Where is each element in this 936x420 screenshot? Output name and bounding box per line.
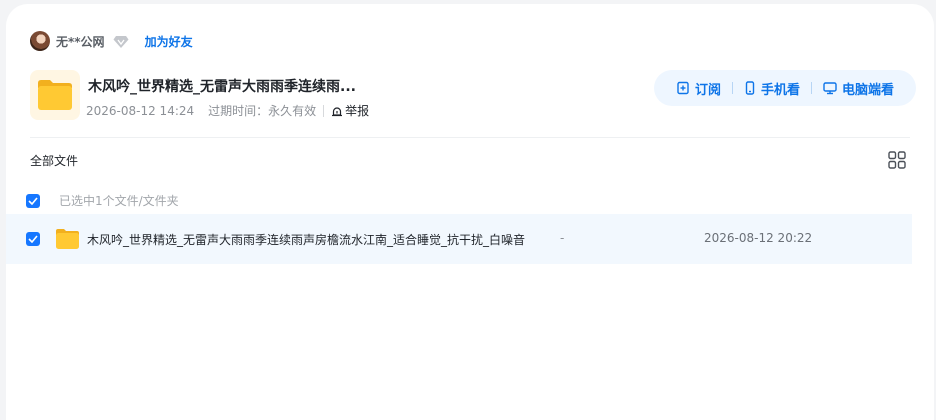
subscribe-icon [677, 81, 689, 95]
file-date: 2026-08-12 20:22 [704, 231, 813, 245]
row-checkbox[interactable] [26, 232, 40, 246]
share-title: 木风吟_世界精选_无雷声大雨雨季连续雨... [88, 79, 356, 95]
diamond-icon [113, 34, 129, 48]
action-divider [811, 82, 812, 94]
desktop-view-label: 电脑端看 [842, 82, 895, 98]
folder-icon [30, 70, 80, 120]
add-friend-button[interactable]: 加为好友 [145, 33, 193, 50]
share-meta: 2026-08-12 14:24 过期时间： 永久有效 举报 [86, 102, 369, 119]
monitor-icon [823, 82, 837, 95]
select-all-checkbox[interactable] [26, 193, 40, 208]
file-name[interactable]: 木风吟_世界精选_无雷声大雨雨季连续雨声房檐流水江南_适合睡觉_抗干扰_白噪音 [87, 231, 525, 248]
mobile-view-button[interactable]: 手机看 [744, 79, 800, 98]
table-row[interactable]: 木风吟_世界精选_无雷声大雨雨季连续雨声房檐流水江南_适合睡觉_抗干扰_白噪音 … [6, 214, 912, 264]
expire-label: 过期时间： [208, 104, 269, 118]
breadcrumb-all-files[interactable]: 全部文件 [30, 152, 78, 169]
user-name[interactable]: 无**公网 [56, 33, 105, 50]
mobile-view-label: 手机看 [760, 82, 800, 98]
phone-icon [745, 81, 755, 95]
check-icon [28, 196, 38, 205]
file-size: - [560, 231, 565, 245]
check-icon [28, 235, 38, 243]
grid-view-icon[interactable] [888, 151, 906, 169]
report-label: 举报 [345, 104, 370, 118]
header-divider [30, 137, 910, 138]
action-divider [731, 82, 733, 94]
subscribe-button[interactable]: 订阅 [676, 79, 721, 98]
avatar[interactable] [30, 31, 50, 51]
desktop-view-button[interactable]: 电脑端看 [823, 79, 894, 98]
user-row: 无**公网 加为好友 [30, 30, 193, 52]
selection-count: 已选中1个文件/文件夹 [59, 194, 179, 208]
report-icon [332, 106, 343, 116]
expire-value: 永久有效 [268, 104, 317, 118]
share-card: 无**公网 加为好友 木风吟_世界精选_无雷声大雨雨季连续雨... 2026-0… [6, 4, 934, 420]
created-time: 2026-08-12 14:24 [86, 103, 195, 118]
folder-icon [55, 228, 80, 254]
select-all-row: 已选中1个文件/文件夹 [26, 192, 179, 209]
subscribe-label: 订阅 [694, 82, 721, 98]
action-bar: 订阅 手机看 电脑端看 [654, 70, 916, 106]
report-button[interactable]: 举报 [331, 102, 369, 119]
meta-divider [323, 104, 325, 117]
